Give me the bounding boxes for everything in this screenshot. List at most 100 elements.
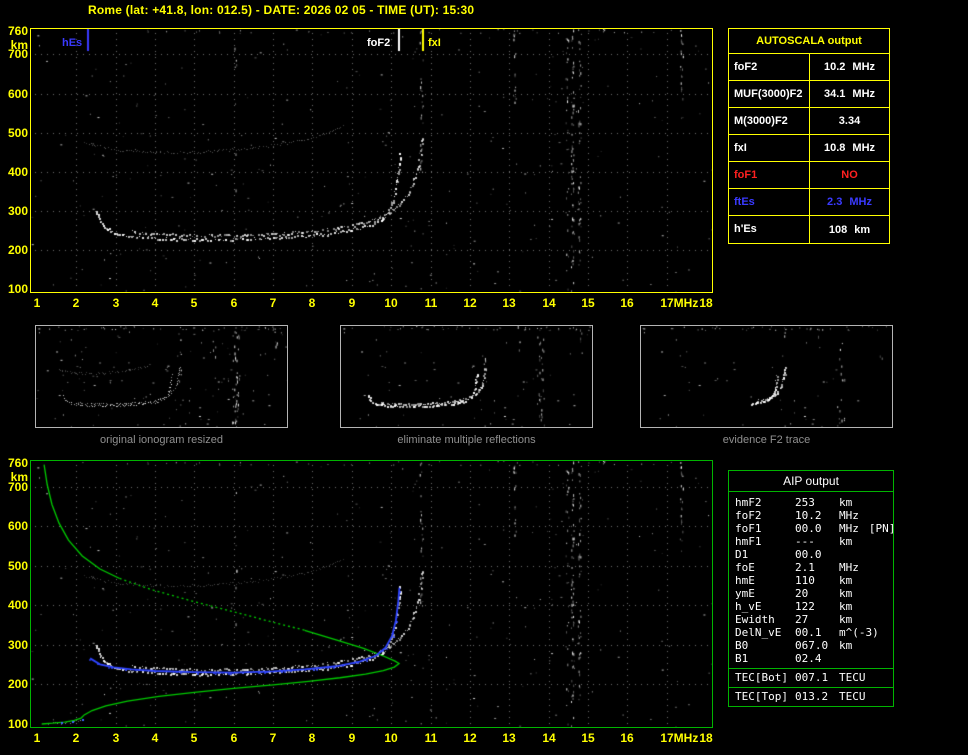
autoscala-row-value: 10.8 MHz (810, 135, 889, 161)
aip-row-label: foE (735, 561, 755, 574)
thumbnail-eliminate-reflections (340, 325, 593, 428)
aip-row-value: 00.0 (795, 522, 822, 535)
autoscala-value-unit: MHz (852, 142, 876, 154)
autoscala-row-label: ftEs (729, 189, 810, 215)
aip-row-value: 122 (795, 600, 815, 613)
autoscala-row-label: MUF(3000)F2 (729, 81, 810, 107)
app-window: Rome (lat: +41.8, lon: 012.5) - DATE: 20… (0, 0, 968, 755)
autoscala-value-unit: MHz (849, 196, 872, 208)
autoscala-value-number: 3.34 (838, 115, 861, 127)
aip-row-label: hmF2 (735, 496, 762, 509)
y-axis-unit: km (10, 38, 28, 52)
aip-row-unit: TECU (839, 671, 866, 684)
y-tick-label: 300 (7, 638, 28, 652)
x-tick-label: 12 (463, 731, 477, 745)
autoscala-row-label: foF2 (729, 54, 810, 80)
thumbnail-original-ionogram (35, 325, 288, 428)
aip-row-value: 067.0 (795, 639, 829, 652)
aip-row: D1 00.0 (729, 548, 893, 561)
aip-row-label: Ewidth (735, 613, 775, 626)
autoscala-value-number: 108 (828, 223, 848, 236)
aip-row-value: 110 (795, 574, 815, 587)
thumbnail-original-canvas (36, 326, 287, 427)
x-tick-label: 4 (151, 731, 159, 745)
aip-row-value: 00.1 (795, 626, 822, 639)
x-tick-label: 9 (348, 296, 356, 310)
aip-row-units: km (839, 613, 893, 626)
autoscala-row: M(3000)F2 3.34 (729, 108, 889, 135)
thumbnail-caption-original: original ionogram resized (100, 434, 223, 446)
autoscala-row: ftEs 2.3 MHz (729, 189, 889, 216)
x-tick-label: 6 (230, 731, 238, 745)
aip-row-units: km (839, 535, 893, 548)
aip-row-value: 2.1 (795, 561, 815, 574)
aip-row-unit: km (839, 613, 853, 626)
autoscala-row: foF1 NO (729, 162, 889, 189)
autoscala-row-value: 2.3 MHz (810, 189, 889, 215)
x-tick-label: 3 (112, 731, 120, 745)
aip-row-units (839, 652, 893, 665)
aip-row-value: 20 (795, 587, 809, 600)
top-ionogram-canvas (31, 29, 712, 292)
x-tick-label: 9 (348, 731, 356, 745)
aip-row-units (839, 548, 893, 561)
aip-row-label: ymE (735, 587, 755, 600)
aip-row-label: B0 (735, 639, 749, 652)
aip-row-value: 10.2 (795, 509, 822, 522)
autoscala-row-label: h'Es (729, 216, 810, 243)
x-tick-label: 3 (112, 296, 120, 310)
autoscala-value-number: NO (841, 169, 858, 181)
autoscala-row-label: foF1 (729, 162, 810, 188)
aip-row-label: hmE (735, 574, 755, 587)
aip-row-label: h_vE (735, 600, 762, 613)
y-tick-label: 600 (7, 519, 28, 533)
aip-row: hmF2 253 km (729, 496, 893, 509)
aip-row-unit: MHz (839, 509, 859, 522)
x-tick-label: 16 (620, 296, 634, 310)
marker-label-fof2: foF2 (367, 37, 391, 49)
aip-row: ymE 20 km (729, 587, 893, 600)
aip-row-value: 253 (795, 496, 815, 509)
aip-tec-row: TEC[Top] 013.2 TECU (729, 687, 893, 703)
autoscala-row: MUF(3000)F2 34.1 MHz (729, 81, 889, 108)
aip-row-unit: MHz (839, 522, 859, 535)
y-tick-label: 760 (7, 456, 28, 470)
aip-row-unit: km (839, 574, 853, 587)
marker-label-fxi: fxI (428, 37, 441, 49)
aip-table-rows: hmF2 253 km foF2 10.2 MHz foF1 00.0 MHz [PN] hmF1 -… (729, 492, 895, 706)
aip-row-units: km (839, 587, 893, 600)
aip-row: foE 2.1 MHz (729, 561, 893, 574)
x-tick-label: 5 (190, 731, 198, 745)
aip-row-units: TECU (839, 670, 893, 685)
x-tick-label: 14 (542, 296, 556, 310)
aip-row-value: 013.2 (795, 690, 829, 703)
profile-ionogram-plot (30, 460, 713, 728)
x-tick-label: 6 (230, 296, 238, 310)
x-tick-label: 16 (620, 731, 634, 745)
y-tick-label: 500 (7, 126, 28, 140)
x-tick-label: 10 (384, 731, 398, 745)
aip-row-label: DelN_vE (735, 626, 782, 639)
x-tick-label: 8 (308, 296, 316, 310)
aip-row-label: hmF1 (735, 535, 762, 548)
autoscala-row: h'Es 108 km (729, 216, 889, 243)
aip-row: B1 02.4 (729, 652, 893, 665)
x-tick-label: 11 (424, 296, 438, 310)
y-tick-label: 100 (7, 717, 28, 731)
autoscala-table: AUTOSCALA output foF2 10.2 MHz MUF(3000)F2 3… (728, 28, 890, 244)
x-tick-label: 2 (72, 731, 80, 745)
autoscala-row-value: 34.1 MHz (810, 81, 889, 107)
profile-ionogram-canvas (31, 461, 712, 727)
aip-row: Ewidth 27 km (729, 613, 893, 626)
y-tick-label: 500 (7, 559, 28, 573)
x-axis-unit: MHz (673, 296, 699, 310)
y-tick-label: 600 (7, 87, 28, 101)
aip-row-unit: km (839, 496, 853, 509)
aip-row: B0 067.0 km (729, 639, 893, 652)
y-tick-label: 100 (7, 282, 28, 296)
aip-row: DelN_vE 00.1 m^(-3) (729, 626, 893, 639)
autoscala-value-unit: MHz (852, 61, 876, 73)
aip-row-value: 02.4 (795, 652, 822, 665)
aip-row-units: MHz (839, 509, 893, 522)
aip-row-unit: km (839, 639, 853, 652)
